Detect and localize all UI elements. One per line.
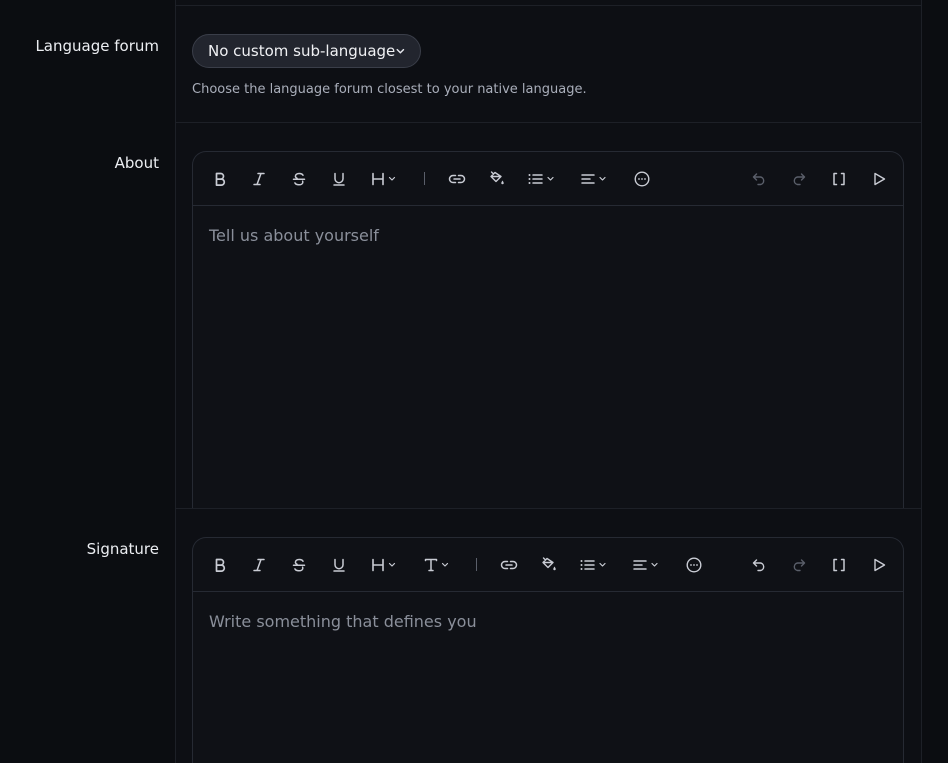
redo-icon[interactable] xyxy=(788,551,810,579)
signature-label: Signature xyxy=(86,540,159,558)
strikethrough-icon[interactable] xyxy=(288,165,310,193)
signature-editor: Write something that defines you xyxy=(192,537,904,763)
heading-icon[interactable] xyxy=(369,551,401,579)
underline-icon[interactable] xyxy=(328,551,350,579)
language-forum-value: No custom sub-language xyxy=(208,42,396,60)
language-forum-label: Language forum xyxy=(35,37,159,55)
link-icon[interactable] xyxy=(498,551,520,579)
italic-icon[interactable] xyxy=(248,165,270,193)
right-gutter xyxy=(921,0,948,763)
list-icon[interactable] xyxy=(579,551,611,579)
strikethrough-icon[interactable] xyxy=(288,551,310,579)
list-icon[interactable] xyxy=(527,165,559,193)
language-forum-select[interactable]: No custom sub-language xyxy=(192,34,421,68)
play-icon[interactable] xyxy=(868,551,890,579)
signature-toolbar xyxy=(193,538,903,592)
signature-textarea[interactable]: Write something that defines you xyxy=(193,592,903,763)
about-placeholder: Tell us about yourself xyxy=(209,226,379,245)
italic-icon[interactable] xyxy=(248,551,270,579)
divider xyxy=(176,5,921,6)
play-icon[interactable] xyxy=(868,165,890,193)
about-textarea[interactable]: Tell us about yourself xyxy=(193,206,903,508)
more-icon[interactable] xyxy=(683,551,705,579)
undo-icon[interactable] xyxy=(748,165,770,193)
brackets-icon[interactable] xyxy=(828,165,850,193)
paint-bucket-icon[interactable] xyxy=(538,551,560,579)
paint-bucket-icon[interactable] xyxy=(486,165,508,193)
bold-icon[interactable] xyxy=(209,165,231,193)
heading-icon[interactable] xyxy=(369,165,401,193)
toolbar-separator xyxy=(476,558,477,571)
divider xyxy=(176,122,921,123)
language-forum-hint: Choose the language forum closest to you… xyxy=(192,82,587,97)
signature-placeholder: Write something that defines you xyxy=(209,612,477,631)
align-icon[interactable] xyxy=(632,551,664,579)
left-gutter xyxy=(0,0,176,763)
chevron-down-icon xyxy=(396,48,405,54)
link-icon[interactable] xyxy=(446,165,468,193)
underline-icon[interactable] xyxy=(328,165,350,193)
undo-icon[interactable] xyxy=(748,551,770,579)
redo-icon[interactable] xyxy=(788,165,810,193)
text-size-icon[interactable] xyxy=(422,551,454,579)
about-label: About xyxy=(114,154,159,172)
about-editor: Tell us about yourself xyxy=(192,151,904,508)
more-icon[interactable] xyxy=(631,165,653,193)
about-toolbar xyxy=(193,152,903,206)
bold-icon[interactable] xyxy=(209,551,231,579)
divider xyxy=(176,508,921,509)
toolbar-separator xyxy=(424,172,425,185)
brackets-icon[interactable] xyxy=(828,551,850,579)
align-icon[interactable] xyxy=(580,165,612,193)
